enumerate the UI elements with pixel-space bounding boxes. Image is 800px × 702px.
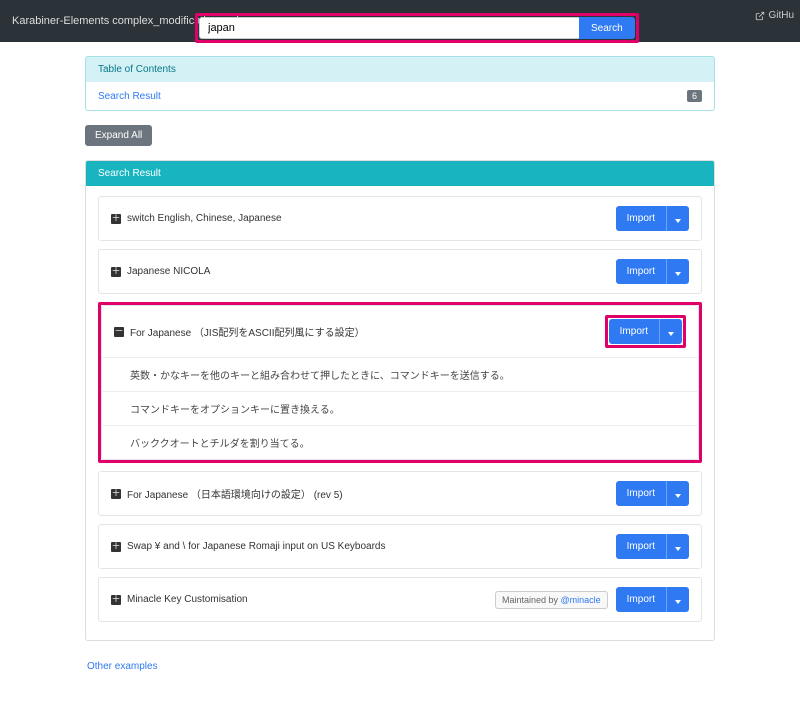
chevron-down-icon	[675, 494, 681, 498]
rule-item: ＋ Minacle Key Customisation Maintained by…	[98, 577, 702, 622]
panel-body: ＋ switch English, Chinese, Japanese Impor…	[86, 186, 714, 640]
toc-count-badge: 6	[687, 90, 702, 102]
rule-title: Swap ¥ and \ for Japanese Romaji input o…	[127, 541, 386, 552]
rule-description: 英数・かなキーを他のキーと組み合わせて押したときに、コマンドキーを送信する。	[102, 357, 698, 391]
rule-title: switch English, Chinese, Japanese	[127, 213, 282, 224]
search-container: Search	[195, 13, 639, 43]
expand-icon: ＋	[111, 489, 121, 499]
chevron-down-icon	[675, 272, 681, 276]
rule-title: For Japanese （JIS配列をASCII配列風にする設定）	[130, 324, 365, 339]
rule-header[interactable]: － For Japanese （JIS配列をASCII配列風にする設定） Impo…	[102, 306, 698, 357]
github-link-label: GitHu	[768, 10, 794, 21]
import-dropdown-button[interactable]	[666, 534, 689, 559]
rule-header[interactable]: ＋ Japanese NICOLA Import	[99, 250, 701, 293]
main-container: Table of Contents Search Result 6 Expand…	[85, 42, 715, 702]
rule-item: ＋ switch English, Chinese, Japanese Impor…	[98, 196, 702, 241]
table-of-contents: Table of Contents Search Result 6	[85, 56, 715, 111]
rule-item: ＋ Swap ¥ and \ for Japanese Romaji input …	[98, 524, 702, 569]
rule-description: コマンドキーをオプションキーに置き換える。	[102, 391, 698, 425]
maintainer-link[interactable]: @minacle	[561, 595, 601, 605]
github-link[interactable]: GitHu	[755, 10, 794, 21]
import-dropdown-button[interactable]	[666, 587, 689, 612]
toc-body: Search Result 6	[86, 82, 714, 110]
highlighted-import: Import	[605, 315, 686, 348]
import-button[interactable]: Import	[609, 319, 659, 344]
search-result-panel: Search Result ＋ switch English, Chinese, …	[85, 160, 715, 641]
import-button-group: Import	[616, 259, 689, 284]
rule-header[interactable]: ＋ switch English, Chinese, Japanese Impor…	[99, 197, 701, 240]
rule-item: － For Japanese （JIS配列をASCII配列風にする設定） Impo…	[101, 305, 699, 460]
import-button[interactable]: Import	[616, 587, 666, 612]
search-input[interactable]	[199, 17, 579, 39]
import-dropdown-button[interactable]	[666, 481, 689, 506]
chevron-down-icon	[675, 219, 681, 223]
highlighted-rule: － For Japanese （JIS配列をASCII配列風にする設定） Impo…	[98, 302, 702, 463]
external-link-icon	[755, 11, 765, 21]
chevron-down-icon	[675, 547, 681, 551]
chevron-down-icon	[668, 332, 674, 336]
expand-icon: ＋	[111, 267, 121, 277]
import-dropdown-button[interactable]	[666, 206, 689, 231]
chevron-down-icon	[675, 600, 681, 604]
expand-icon: ＋	[111, 214, 121, 224]
import-button[interactable]: Import	[616, 534, 666, 559]
rule-item: ＋ Japanese NICOLA Import	[98, 249, 702, 294]
other-examples-link[interactable]: Other examples	[85, 657, 160, 702]
toc-heading: Table of Contents	[86, 57, 714, 82]
import-button[interactable]: Import	[616, 259, 666, 284]
search-button[interactable]: Search	[579, 17, 635, 39]
rule-item: ＋ For Japanese （日本語環境向けの設定） (rev 5) Impor…	[98, 471, 702, 516]
expand-icon: ＋	[111, 595, 121, 605]
panel-heading: Search Result	[86, 161, 714, 186]
import-button[interactable]: Import	[616, 206, 666, 231]
rule-title: For Japanese （日本語環境向けの設定） (rev 5)	[127, 486, 343, 501]
import-button-group: Import	[616, 587, 689, 612]
import-button-group: Import	[616, 534, 689, 559]
import-dropdown-button[interactable]	[659, 319, 682, 344]
rule-title: Minacle Key Customisation	[127, 594, 248, 605]
import-button-group: Import	[616, 481, 689, 506]
maintained-by-badge: Maintained by @minacle	[495, 591, 608, 609]
rule-header[interactable]: ＋ For Japanese （日本語環境向けの設定） (rev 5) Impor…	[99, 472, 701, 515]
expand-icon: ＋	[111, 542, 121, 552]
rule-header[interactable]: ＋ Minacle Key Customisation Maintained by…	[99, 578, 701, 621]
rule-actions: Maintained by @minacle Import	[495, 587, 689, 612]
rule-description: バッククオートとチルダを割り当てる。	[102, 425, 698, 459]
navbar: Karabiner-Elements complex_modifications…	[0, 0, 800, 42]
import-button[interactable]: Import	[616, 481, 666, 506]
collapse-icon: －	[114, 327, 124, 337]
import-dropdown-button[interactable]	[666, 259, 689, 284]
import-button-group: Import	[616, 206, 689, 231]
expand-all-button[interactable]: Expand All	[85, 125, 152, 146]
toc-search-result-link[interactable]: Search Result	[98, 91, 161, 102]
rule-title: Japanese NICOLA	[127, 266, 210, 277]
rule-header[interactable]: ＋ Swap ¥ and \ for Japanese Romaji input …	[99, 525, 701, 568]
